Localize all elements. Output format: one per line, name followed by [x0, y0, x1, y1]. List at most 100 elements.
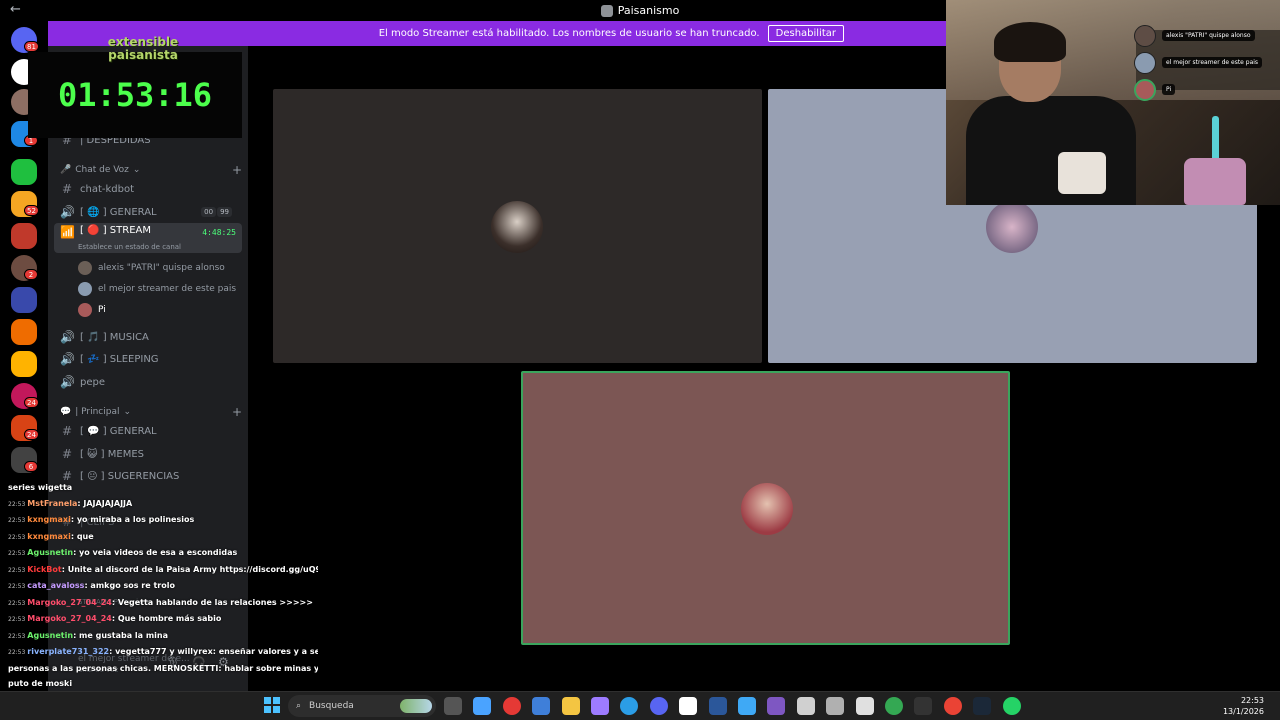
avatar	[741, 483, 793, 535]
chat-text: : JAJAJAJAJJA	[77, 498, 133, 508]
steam-icon[interactable]	[973, 697, 992, 715]
app-icon[interactable]	[767, 697, 786, 715]
word-icon[interactable]	[708, 697, 727, 715]
chat-username: kxngmaxi	[27, 515, 71, 524]
cursor-icon[interactable]	[738, 697, 756, 715]
opera-icon[interactable]	[502, 697, 521, 715]
chat-message: 22:53 Margoko_27_04_24: Vegetta hablando …	[8, 595, 318, 612]
file-explorer-icon[interactable]	[444, 697, 462, 715]
chat-username: Margoko_27_04_24	[27, 614, 112, 623]
chatgpt-icon[interactable]	[855, 697, 874, 715]
add-channel-icon[interactable]: +	[232, 405, 242, 419]
chrome2-icon[interactable]	[943, 697, 962, 715]
whatsapp-icon[interactable]	[1002, 697, 1021, 715]
chat-timestamp: 22:53	[8, 550, 26, 557]
chat-message: series wigetta	[8, 480, 318, 496]
folder-icon[interactable]	[561, 697, 580, 715]
channel-memes[interactable]: # [ 😺 ] MEMES	[54, 443, 242, 465]
chat-text: : que	[70, 531, 94, 541]
edge-icon[interactable]	[620, 697, 639, 715]
speaker-icon: 🔊	[60, 375, 75, 389]
channel-label: [ 😺 ] MEMES	[80, 448, 145, 460]
taskbar-search[interactable]: ⌕ Busqueda	[288, 695, 436, 717]
badge: 6	[24, 461, 38, 472]
back-arrow-icon[interactable]: ←	[10, 2, 21, 17]
pen-icon[interactable]	[591, 697, 609, 715]
category-label: Chat de Voz	[75, 165, 129, 175]
channel-general[interactable]: # [ 💬 ] GENERAL	[54, 420, 242, 442]
member-name: Pi	[98, 305, 106, 315]
chat-text: : me gustaba la mina	[73, 630, 169, 640]
chat-text: personas a las personas chicas. MERNOSKE…	[8, 663, 318, 673]
user-limit-pills: 00 99	[201, 207, 232, 217]
chat-text: : Que hombre más sabio	[111, 614, 222, 623]
voice-member[interactable]: Pi	[78, 303, 106, 317]
category-principal[interactable]: 💬 | Principal ⌄ +	[60, 405, 242, 419]
chat-timestamp: 22:53	[8, 599, 26, 607]
avatar	[1134, 24, 1156, 47]
clock-time: 22:53	[1240, 696, 1264, 705]
channel-sleeping[interactable]: 🔊 [ 💤 ] SLEEPING	[54, 348, 242, 370]
badge: 52	[24, 205, 39, 216]
chat-message: 22:53 cata_avaloss: amkgo sos re trolo	[8, 578, 318, 595]
chat-message: puto de moski	[8, 676, 318, 692]
member-name: alexis "PATRI" quispe alonso	[98, 263, 225, 273]
search-label: Busqueda	[309, 701, 354, 711]
settings-icon[interactable]	[826, 697, 845, 715]
server-icon[interactable]	[11, 351, 37, 377]
search-icon: ⌕	[296, 701, 302, 711]
copilot-icon[interactable]	[473, 697, 492, 715]
server-icon[interactable]	[11, 287, 37, 313]
avatar	[1134, 78, 1156, 101]
server-icon[interactable]	[11, 319, 37, 345]
store-icon[interactable]	[532, 697, 551, 715]
timer-text: 01:53:16	[57, 76, 213, 114]
channel-chat-kdbot[interactable]: # chat-kdbot	[54, 178, 242, 200]
voice-member[interactable]: alexis "PATRI" quispe alonso	[78, 261, 225, 275]
channel-general-voice[interactable]: 🔊 [ 🌐 ] GENERAL 00 99	[54, 201, 242, 223]
badge: 81	[24, 41, 39, 52]
channel-pepe[interactable]: 🔊 pepe	[54, 371, 242, 393]
cam-person-hair	[994, 22, 1066, 62]
speaker-icon: 🔊	[60, 352, 75, 366]
taskbar-clock[interactable]: 22:53 13/1/2026	[1223, 695, 1264, 717]
chat-timestamp: 22:53	[8, 632, 26, 640]
category-voice[interactable]: 🎤 Chat de Voz ⌄ +	[60, 163, 242, 177]
channel-status[interactable]: Establece un estado de canal	[78, 243, 181, 251]
channel-label: [ 💤 ] SLEEPING	[80, 353, 159, 365]
avatar	[78, 261, 92, 275]
stream-duration: 4:48:25	[202, 228, 236, 237]
disable-button[interactable]: Deshabilitar	[767, 25, 844, 42]
voice-member[interactable]: el mejor streamer de este pais	[78, 282, 236, 296]
participant-tile-speaking[interactable]	[521, 371, 1010, 645]
obs-icon[interactable]	[796, 697, 815, 715]
speaker-category-icon: 🎤	[60, 165, 72, 175]
pill: 99	[217, 207, 232, 217]
banner-text: El modo Streamer está habilitado. Los no…	[378, 28, 760, 39]
participant-tile[interactable]	[273, 89, 762, 363]
participant-name: Pi	[1162, 84, 1176, 95]
channel-label: [ 💬 ] GENERAL	[80, 425, 157, 437]
participant-name: alexis "PATRI" quispe alonso	[1162, 30, 1255, 41]
hash-icon: #	[61, 447, 73, 461]
logo-line: paisanista	[108, 48, 178, 62]
windows-start-icon[interactable]	[264, 697, 280, 713]
clock-date: 13/1/2026	[1222, 707, 1264, 716]
chat-timestamp: 22:53	[8, 517, 26, 524]
avatar	[78, 282, 92, 296]
avatar	[491, 201, 543, 253]
capcut-icon[interactable]	[679, 697, 698, 715]
chat-message: 22:53 MstFranela: JAJAJAJAJJA	[8, 496, 318, 513]
chat-message: 22:53 kxngmaxi: que	[8, 529, 318, 546]
chat-timestamp: 22:53	[8, 533, 26, 541]
server-icon[interactable]	[11, 223, 37, 249]
channel-musica[interactable]: 🔊 [ 🎵 ] MUSICA	[54, 326, 242, 348]
add-channel-icon[interactable]: +	[232, 163, 242, 177]
terminal-icon[interactable]	[914, 697, 933, 715]
chrome-icon[interactable]	[885, 697, 903, 715]
channel-label: [ 🌐 ] GENERAL	[80, 206, 157, 218]
avatar	[986, 201, 1038, 253]
kick-server-icon[interactable]	[11, 159, 37, 185]
discord-icon[interactable]	[649, 697, 668, 715]
chat-username: cata_avaloss	[27, 581, 85, 590]
